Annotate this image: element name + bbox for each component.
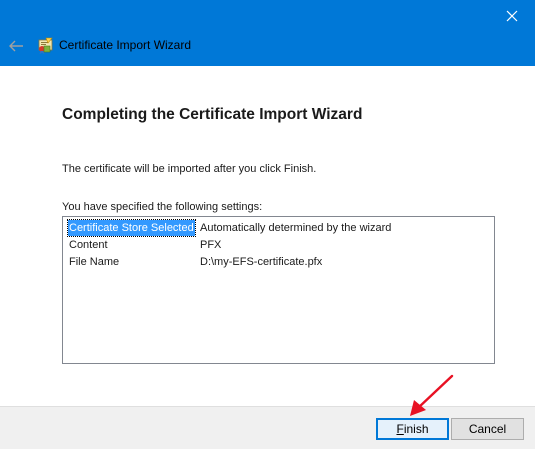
finish-button[interactable]: Finish [376,418,449,440]
finish-access-key: F [396,422,404,436]
settings-list[interactable]: Certificate Store Selected Automatically… [62,216,495,364]
settings-key: Certificate Store Selected [67,219,196,237]
page-heading: Completing the Certificate Import Wizard [62,106,363,123]
settings-value: PFX [200,239,222,251]
settings-value: D:\my-EFS-certificate.pfx [200,256,323,268]
finish-label-rest: inish [403,422,429,436]
title-bar [0,0,535,66]
settings-value: Automatically determined by the wizard [200,222,392,234]
page-description: The certificate will be imported after y… [62,163,317,175]
close-button[interactable] [489,0,535,32]
certificate-import-wizard-window: Certificate Import Wizard Completing the… [0,0,535,449]
settings-key: File Name [69,256,120,268]
close-icon [506,10,518,22]
window-title: Certificate Import Wizard [59,38,192,52]
back-button[interactable] [6,36,26,56]
settings-key: Content [69,239,108,251]
settings-label: You have specified the following setting… [62,201,263,213]
back-arrow-icon [9,40,23,52]
button-bar: Finish Cancel [0,406,535,449]
certificate-icon [38,37,53,54]
cancel-button[interactable]: Cancel [451,418,524,440]
